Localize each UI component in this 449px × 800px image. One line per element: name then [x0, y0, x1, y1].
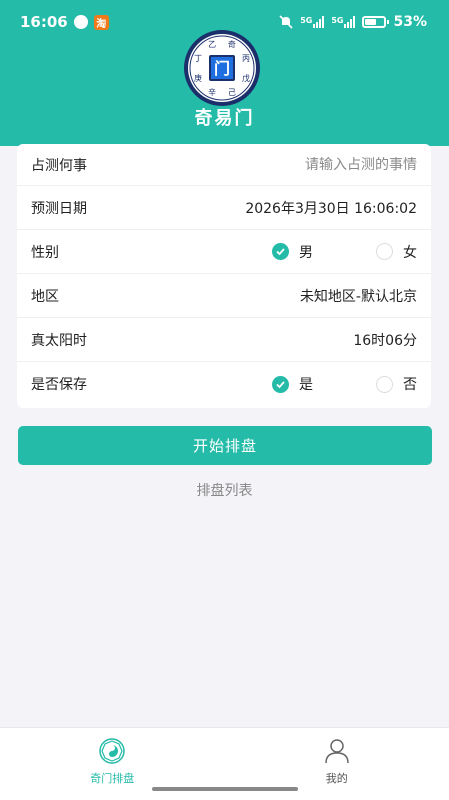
gender-label: 性别	[31, 244, 59, 261]
logo-ring-char: 丙	[242, 54, 250, 63]
checked-radio-icon[interactable]	[272, 375, 289, 393]
gender-option-label: 男	[299, 244, 313, 261]
save-option-yes[interactable]: 是	[272, 374, 313, 394]
region-label: 地区	[31, 288, 59, 305]
region-row[interactable]: 地区 未知地区-默认北京	[17, 274, 431, 318]
save-option-no[interactable]: 否	[353, 374, 417, 394]
app-logo: 乙 奇丙戊己 辛庚 丁 门	[182, 28, 262, 108]
gender-radio-group: 男 女	[272, 242, 417, 262]
gender-option-label: 女	[403, 244, 417, 261]
logo-ring-char: 戊	[242, 73, 250, 83]
save-option-label: 是	[299, 377, 313, 393]
battery-icon	[362, 16, 390, 28]
unchecked-radio-icon[interactable]	[376, 375, 393, 393]
logo-ring-char: 己	[228, 88, 236, 97]
logo-center-char: 门	[214, 59, 230, 78]
solar-time-row: 真太阳时 16时06分	[17, 318, 431, 362]
gender-row: 性别 男 女	[17, 230, 431, 274]
save-option-label: 否	[403, 377, 417, 393]
question-row: 占测何事	[17, 144, 431, 186]
question-input[interactable]	[217, 156, 417, 173]
logo-ring-char: 奇	[228, 39, 236, 49]
taobao-icon: 淘	[93, 14, 109, 30]
solar-time-label: 真太阳时	[31, 332, 87, 349]
signal-icon	[344, 16, 356, 28]
save-row: 是否保存 是 否	[17, 362, 431, 406]
signal-icon	[313, 16, 325, 28]
logo-ring-char: 乙	[208, 40, 216, 49]
status-time: 16:06	[20, 13, 68, 31]
unchecked-radio-icon[interactable]	[376, 243, 393, 260]
save-radio-group: 是 否	[272, 374, 417, 394]
start-chart-button[interactable]: 开始排盘	[18, 426, 432, 465]
alarm-icon	[73, 15, 88, 29]
tab-qimen-label: 奇门排盘	[90, 772, 135, 785]
battery-percent: 53%	[393, 14, 427, 30]
checked-radio-icon[interactable]	[272, 243, 289, 260]
tab-mine-label: 我的	[325, 772, 348, 785]
mute-icon	[279, 15, 293, 29]
region-value[interactable]: 未知地区-默认北京	[300, 286, 417, 306]
date-row[interactable]: 预测日期 2026年3月30日 16:06:02	[17, 186, 431, 230]
date-label: 预测日期	[31, 200, 87, 217]
logo-ring-char: 辛	[208, 87, 216, 97]
logo-ring-char: 丁	[194, 54, 202, 63]
save-label: 是否保存	[31, 377, 87, 393]
home-indicator[interactable]	[152, 787, 298, 791]
gender-option-male[interactable]: 男	[272, 242, 313, 262]
signal-label-1: 5G	[300, 16, 313, 25]
app-title: 奇易门	[194, 108, 255, 129]
question-label: 占测何事	[31, 157, 87, 174]
signal-label-2: 5G	[331, 16, 344, 25]
date-value[interactable]: 2026年3月30日 16:06:02	[245, 198, 417, 218]
chart-list-link[interactable]: 排盘列表	[0, 480, 449, 500]
qimen-chart-icon	[99, 738, 125, 764]
gender-option-female[interactable]: 女	[353, 242, 417, 262]
solar-time-value: 16时06分	[353, 332, 417, 349]
app-header: 16:06 淘 5G 5G 53% 乙 奇丙戊己 辛庚 丁 门 奇易门	[0, 0, 449, 146]
user-icon	[325, 739, 349, 764]
divination-form: 占测何事 预测日期 2026年3月30日 16:06:02 性别 男 女 地区 …	[17, 144, 431, 408]
logo-ring-char: 庚	[194, 73, 202, 83]
